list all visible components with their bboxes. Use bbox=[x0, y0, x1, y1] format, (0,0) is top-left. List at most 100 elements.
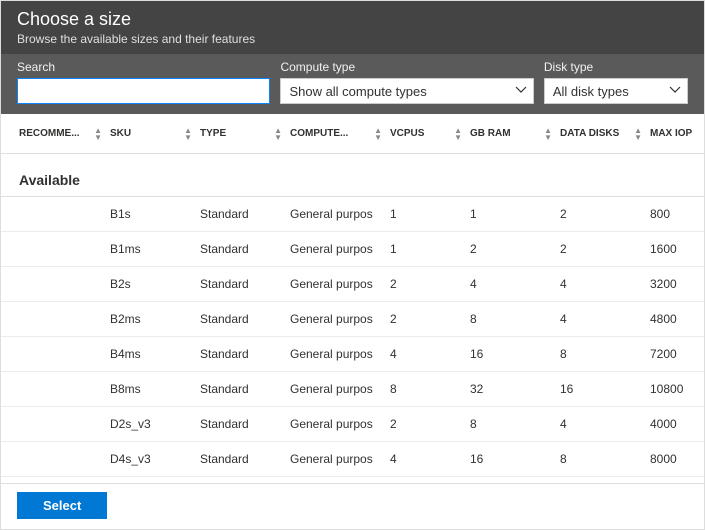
col-header-iops[interactable]: MAX IOP bbox=[646, 114, 704, 154]
cell-iops: 4000 bbox=[646, 407, 704, 442]
cell-recommended bbox=[1, 407, 106, 442]
cell-type: Standard bbox=[196, 232, 286, 267]
cell-ram: 2 bbox=[466, 232, 556, 267]
panel-header: Choose a size Browse the available sizes… bbox=[1, 1, 704, 54]
cell-recommended bbox=[1, 267, 106, 302]
cell-iops: 3200 bbox=[646, 267, 704, 302]
cell-disks: 4 bbox=[556, 267, 646, 302]
cell-iops: 4800 bbox=[646, 302, 704, 337]
chevron-down-icon bbox=[515, 84, 527, 99]
section-header-available: Available bbox=[1, 154, 704, 197]
chevron-down-icon bbox=[669, 84, 681, 99]
panel-title: Choose a size bbox=[17, 9, 688, 30]
search-label: Search bbox=[17, 60, 270, 74]
table-row[interactable]: D2s_v3StandardGeneral purpos2844000 bbox=[1, 407, 704, 442]
col-header-ram[interactable]: GB RAM ▲▼ bbox=[466, 114, 556, 154]
cell-iops: 7200 bbox=[646, 337, 704, 372]
cell-vcpus: 8 bbox=[386, 372, 466, 407]
cell-type: Standard bbox=[196, 267, 286, 302]
cell-disks: 2 bbox=[556, 232, 646, 267]
cell-compute: General purpos bbox=[286, 442, 386, 477]
cell-type: Standard bbox=[196, 372, 286, 407]
cell-type: Standard bbox=[196, 407, 286, 442]
col-header-disks[interactable]: DATA DISKS ▲▼ bbox=[556, 114, 646, 154]
cell-disks: 16 bbox=[556, 372, 646, 407]
cell-ram: 4 bbox=[466, 267, 556, 302]
cell-compute: General purpos bbox=[286, 337, 386, 372]
cell-sku: B1ms bbox=[106, 232, 196, 267]
cell-sku: D2s_v3 bbox=[106, 407, 196, 442]
cell-recommended bbox=[1, 232, 106, 267]
table-row[interactable]: B4msStandardGeneral purpos41687200 bbox=[1, 337, 704, 372]
cell-disks: 4 bbox=[556, 302, 646, 337]
cell-vcpus: 2 bbox=[386, 407, 466, 442]
sort-icon: ▲▼ bbox=[184, 127, 192, 141]
cell-vcpus: 2 bbox=[386, 267, 466, 302]
cell-vcpus: 4 bbox=[386, 337, 466, 372]
table-row[interactable]: B1msStandardGeneral purpos1221600 bbox=[1, 232, 704, 267]
search-group: Search bbox=[17, 60, 270, 104]
sort-icon: ▲▼ bbox=[634, 127, 642, 141]
size-table-wrap: RECOMME... ▲▼ SKU ▲▼ TYPE ▲▼ COMPUTE... … bbox=[1, 114, 704, 483]
select-button[interactable]: Select bbox=[17, 492, 107, 519]
col-header-label: TYPE bbox=[200, 128, 226, 139]
table-row[interactable]: B2msStandardGeneral purpos2844800 bbox=[1, 302, 704, 337]
cell-recommended bbox=[1, 442, 106, 477]
sort-icon: ▲▼ bbox=[94, 127, 102, 141]
col-header-type[interactable]: TYPE ▲▼ bbox=[196, 114, 286, 154]
cell-disks: 2 bbox=[556, 197, 646, 232]
sort-icon: ▲▼ bbox=[454, 127, 462, 141]
col-header-label: COMPUTE... bbox=[290, 128, 348, 139]
cell-vcpus: 1 bbox=[386, 232, 466, 267]
cell-sku: B4ms bbox=[106, 337, 196, 372]
cell-sku: D4s_v3 bbox=[106, 442, 196, 477]
cell-disks: 8 bbox=[556, 442, 646, 477]
col-header-vcpus[interactable]: VCPUS ▲▼ bbox=[386, 114, 466, 154]
cell-compute: General purpos bbox=[286, 232, 386, 267]
cell-recommended bbox=[1, 337, 106, 372]
cell-recommended bbox=[1, 302, 106, 337]
disk-type-value: All disk types bbox=[553, 84, 629, 99]
col-header-label: GB RAM bbox=[470, 128, 511, 139]
cell-ram: 16 bbox=[466, 337, 556, 372]
col-header-label: MAX IOP bbox=[650, 128, 692, 139]
table-row[interactable]: B2sStandardGeneral purpos2443200 bbox=[1, 267, 704, 302]
cell-disks: 4 bbox=[556, 407, 646, 442]
compute-type-select[interactable]: Show all compute types bbox=[280, 78, 533, 104]
cell-ram: 8 bbox=[466, 407, 556, 442]
table-row[interactable]: B8msStandardGeneral purpos8321610800 bbox=[1, 372, 704, 407]
cell-sku: B8ms bbox=[106, 372, 196, 407]
col-header-sku[interactable]: SKU ▲▼ bbox=[106, 114, 196, 154]
disk-type-label: Disk type bbox=[544, 60, 688, 74]
filter-bar: Search Compute type Show all compute typ… bbox=[1, 54, 704, 114]
disk-type-select[interactable]: All disk types bbox=[544, 78, 688, 104]
cell-type: Standard bbox=[196, 442, 286, 477]
sort-icon: ▲▼ bbox=[274, 127, 282, 141]
cell-compute: General purpos bbox=[286, 197, 386, 232]
compute-type-label: Compute type bbox=[280, 60, 533, 74]
cell-sku: B1s bbox=[106, 197, 196, 232]
col-header-label: RECOMME... bbox=[19, 128, 80, 139]
size-table: RECOMME... ▲▼ SKU ▲▼ TYPE ▲▼ COMPUTE... … bbox=[1, 114, 704, 477]
panel-footer: Select bbox=[1, 483, 704, 529]
cell-sku: B2ms bbox=[106, 302, 196, 337]
size-picker-panel: Choose a size Browse the available sizes… bbox=[0, 0, 705, 530]
cell-compute: General purpos bbox=[286, 372, 386, 407]
col-header-compute[interactable]: COMPUTE... ▲▼ bbox=[286, 114, 386, 154]
cell-iops: 800 bbox=[646, 197, 704, 232]
cell-type: Standard bbox=[196, 197, 286, 232]
cell-ram: 1 bbox=[466, 197, 556, 232]
col-header-label: VCPUS bbox=[390, 128, 424, 139]
col-header-recommended[interactable]: RECOMME... ▲▼ bbox=[1, 114, 106, 154]
cell-compute: General purpos bbox=[286, 267, 386, 302]
table-row[interactable]: D4s_v3StandardGeneral purpos41688000 bbox=[1, 442, 704, 477]
cell-iops: 10800 bbox=[646, 372, 704, 407]
cell-disks: 8 bbox=[556, 337, 646, 372]
col-header-label: DATA DISKS bbox=[560, 128, 619, 139]
cell-ram: 32 bbox=[466, 372, 556, 407]
search-input[interactable] bbox=[17, 78, 270, 104]
cell-vcpus: 1 bbox=[386, 197, 466, 232]
panel-subtitle: Browse the available sizes and their fea… bbox=[17, 32, 688, 46]
disk-type-group: Disk type All disk types bbox=[544, 60, 688, 104]
table-row[interactable]: B1sStandardGeneral purpos112800 bbox=[1, 197, 704, 232]
